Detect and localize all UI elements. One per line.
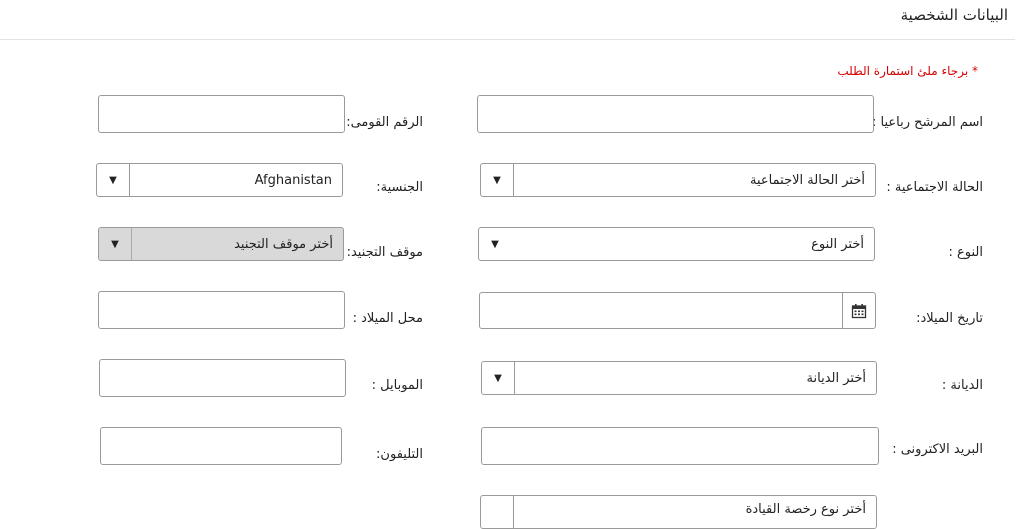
phone-input[interactable] (100, 427, 342, 465)
driving-license-value: أختر نوع رخصة القيادة (745, 502, 866, 517)
marital-status-label: الحالة الاجتماعية : (886, 180, 983, 195)
header-divider (0, 39, 1015, 40)
chevron-down-icon: ▼ (482, 362, 515, 394)
full-name-input[interactable] (477, 95, 874, 133)
chevron-down-icon: ▼ (99, 228, 132, 260)
religion-value: أختر الديانة (806, 370, 866, 386)
email-label: البريد الاكترونى : (892, 442, 983, 457)
birth-place-label: محل الميلاد : (352, 311, 423, 326)
military-status-label: موقف التجنيد: (346, 245, 423, 260)
birth-place-input[interactable] (98, 291, 345, 329)
birth-date-input[interactable] (479, 292, 876, 329)
gender-select[interactable]: ▼ أختر النوع (478, 227, 875, 261)
phone-label: التليفون: (376, 447, 423, 462)
marital-status-select[interactable]: ▼ أختر الحالة الاجتماعية (480, 163, 876, 197)
gender-label: النوع : (948, 245, 983, 260)
nationality-select[interactable]: ▼ Afghanistan (96, 163, 343, 197)
religion-select[interactable]: ▼ أختر الديانة (481, 361, 877, 395)
driving-license-select[interactable]: أختر نوع رخصة القيادة (480, 495, 877, 529)
military-status-value: أختر موقف التجنيد (234, 236, 333, 252)
national-id-label: الرقم القومى: (346, 115, 423, 130)
calendar-icon[interactable] (842, 293, 875, 328)
religion-label: الديانة : (941, 378, 983, 393)
birth-date-label: تاريخ الميلاد: (916, 311, 983, 326)
chevron-down-icon (481, 496, 514, 528)
mobile-input[interactable] (99, 359, 346, 397)
mobile-label: الموبايل : (371, 378, 423, 393)
national-id-input[interactable] (98, 95, 345, 133)
nationality-label: الجنسية: (376, 180, 423, 195)
email-input[interactable] (481, 427, 879, 465)
marital-status-value: أختر الحالة الاجتماعية (750, 172, 865, 188)
full-name-label: اسم المرشح رباعيا : (872, 115, 983, 130)
nationality-value: Afghanistan (254, 172, 332, 188)
required-note: * برجاء ملئ استمارة الطلب (837, 64, 978, 78)
chevron-down-icon: ▼ (491, 238, 499, 250)
chevron-down-icon: ▼ (97, 164, 130, 196)
chevron-down-icon: ▼ (481, 164, 514, 196)
gender-value: أختر النوع (811, 236, 864, 252)
military-status-select: ▼ أختر موقف التجنيد (98, 227, 344, 261)
page-title: البيانات الشخصية (900, 6, 1008, 24)
